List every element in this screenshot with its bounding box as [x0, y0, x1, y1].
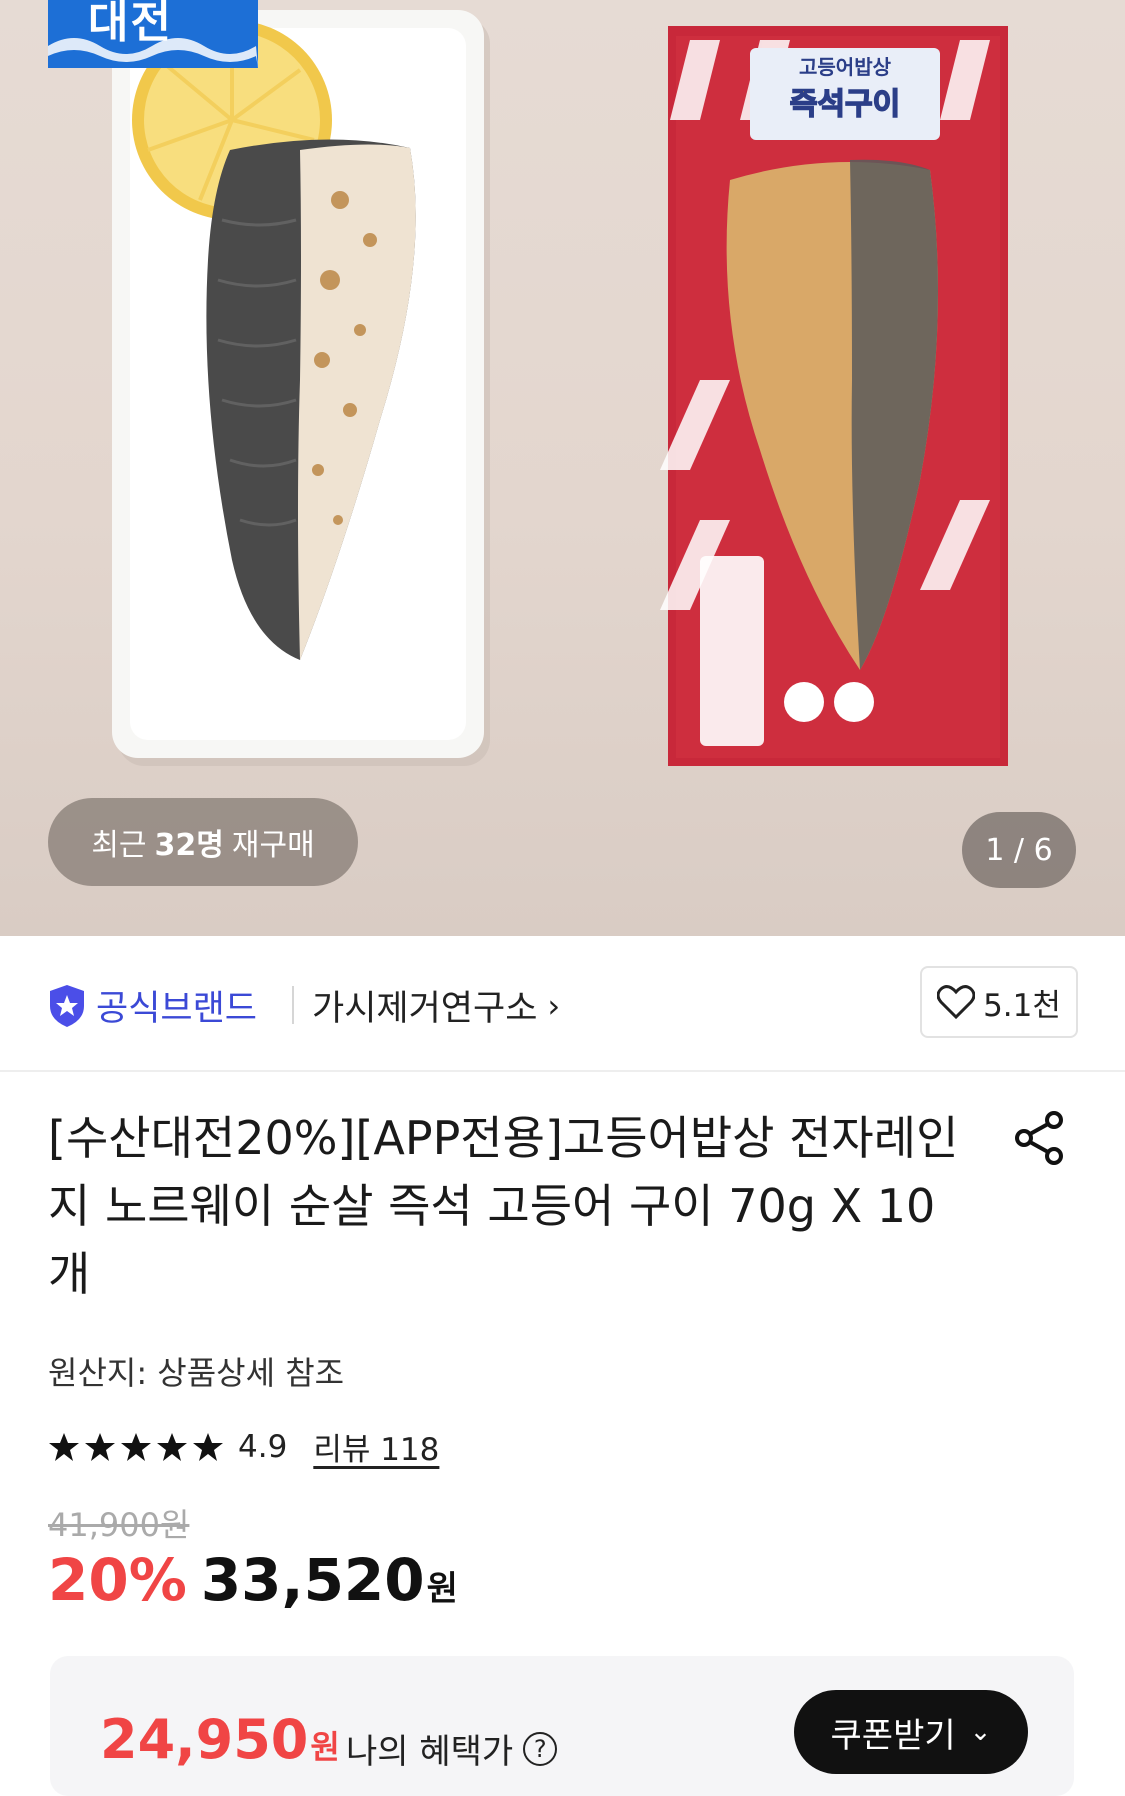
sale-price-currency: 원	[426, 1569, 458, 1609]
benefit-label-row: 나의 혜택가 ?	[346, 1724, 558, 1773]
divider	[292, 986, 294, 1024]
sale-price: 33,520	[200, 1546, 425, 1614]
original-price: 41,900원	[48, 1506, 190, 1544]
help-icon[interactable]: ?	[523, 1731, 558, 1766]
rating-row: 4.9 리뷰 118	[48, 1424, 439, 1469]
coupon-button-label: 쿠폰받기	[830, 1715, 956, 1756]
like-button[interactable]: 5.1천	[920, 966, 1078, 1038]
review-link[interactable]: 리뷰 118	[313, 1424, 439, 1469]
star-icon	[121, 1432, 151, 1461]
product-image-carousel[interactable]: 고등어밥상 즉석구이 대전 최근 32명 재구매 1 / 6	[0, 0, 1125, 936]
product-photo: 고등어밥상 즉석구이	[112, 10, 1008, 766]
star-rating	[48, 1432, 224, 1462]
star-icon	[157, 1432, 187, 1461]
brand-row: 공식브랜드 가시제거연구소 › 5.1천	[0, 936, 1125, 1072]
discount-rate: 20%	[48, 1546, 187, 1614]
repurchase-badge: 최근 32명 재구매	[48, 798, 358, 886]
event-logo: 대전	[48, 0, 258, 68]
event-logo-text: 대전	[88, 0, 173, 48]
package-label-top: 고등어밥상	[799, 55, 892, 79]
share-icon[interactable]	[1012, 1110, 1068, 1166]
star-icon	[85, 1432, 115, 1461]
like-count: 5.1천	[983, 987, 1061, 1024]
heart-icon	[937, 985, 976, 1019]
benefit-label: 나의 혜택가	[346, 1732, 514, 1772]
chevron-right-icon: ›	[547, 986, 561, 1025]
benefit-price: 24,950 원	[100, 1708, 340, 1771]
benefit-currency: 원	[310, 1728, 340, 1766]
star-icon	[193, 1432, 223, 1461]
star-icon	[49, 1432, 79, 1461]
repurchase-prefix: 최근	[91, 828, 147, 863]
price-row: 20% 33,520 원	[48, 1546, 458, 1614]
repurchase-suffix: 재구매	[231, 828, 315, 863]
origin-info: 원산지: 상품상세 참조	[48, 1354, 345, 1392]
official-brand-badge: 공식브랜드	[48, 980, 257, 1031]
official-shield-icon	[50, 984, 84, 1027]
benefit-amount: 24,950	[100, 1708, 309, 1771]
image-counter: 1 / 6	[962, 812, 1076, 888]
product-title: [수산대전20%][APP전용]고등어밥상 전자레인지 노르웨이 순살 즉석 고…	[48, 1111, 959, 1301]
chevron-down-icon: ⌄	[969, 1717, 992, 1747]
get-coupon-button[interactable]: 쿠폰받기 ⌄	[794, 1690, 1028, 1774]
store-link[interactable]: 가시제거연구소 ›	[312, 980, 560, 1031]
package-label-main: 즉석구이	[790, 87, 900, 122]
rating-score: 4.9	[238, 1428, 288, 1465]
repurchase-count: 32명	[154, 828, 224, 863]
official-brand-label: 공식브랜드	[96, 989, 258, 1029]
store-name: 가시제거연구소	[312, 989, 538, 1029]
benefit-price-box: 24,950 원 나의 혜택가 ? 쿠폰받기 ⌄	[50, 1656, 1074, 1796]
